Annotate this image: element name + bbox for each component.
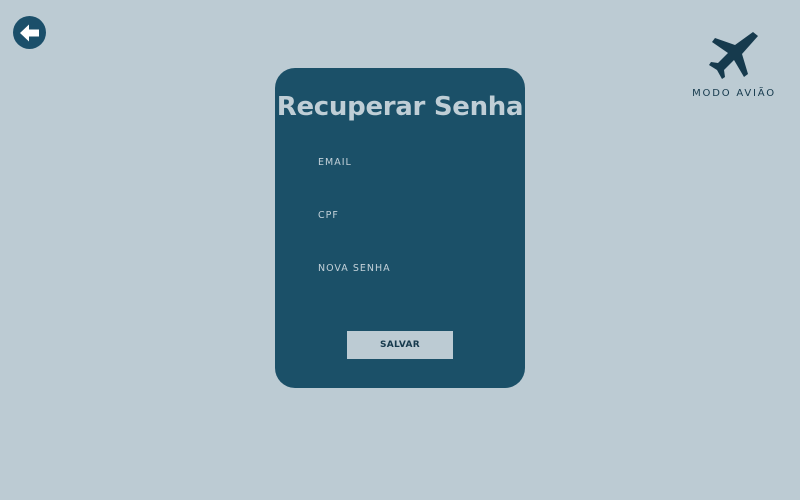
new-password-input[interactable] [318, 276, 478, 290]
new-password-field: NOVA SENHA [318, 263, 488, 290]
arrow-left-icon [18, 23, 42, 43]
back-button[interactable] [13, 16, 46, 49]
cpf-field: CPF [318, 210, 488, 237]
airplane-icon [690, 30, 778, 80]
new-password-label: NOVA SENHA [318, 263, 391, 274]
email-field: EMAIL [318, 157, 488, 184]
email-label: EMAIL [318, 157, 352, 168]
cpf-label: CPF [318, 210, 339, 221]
page-title: Recuperar Senha [276, 92, 524, 122]
save-button[interactable]: SALVAR [347, 331, 453, 359]
email-input[interactable] [318, 170, 478, 184]
cpf-input[interactable] [318, 223, 478, 237]
